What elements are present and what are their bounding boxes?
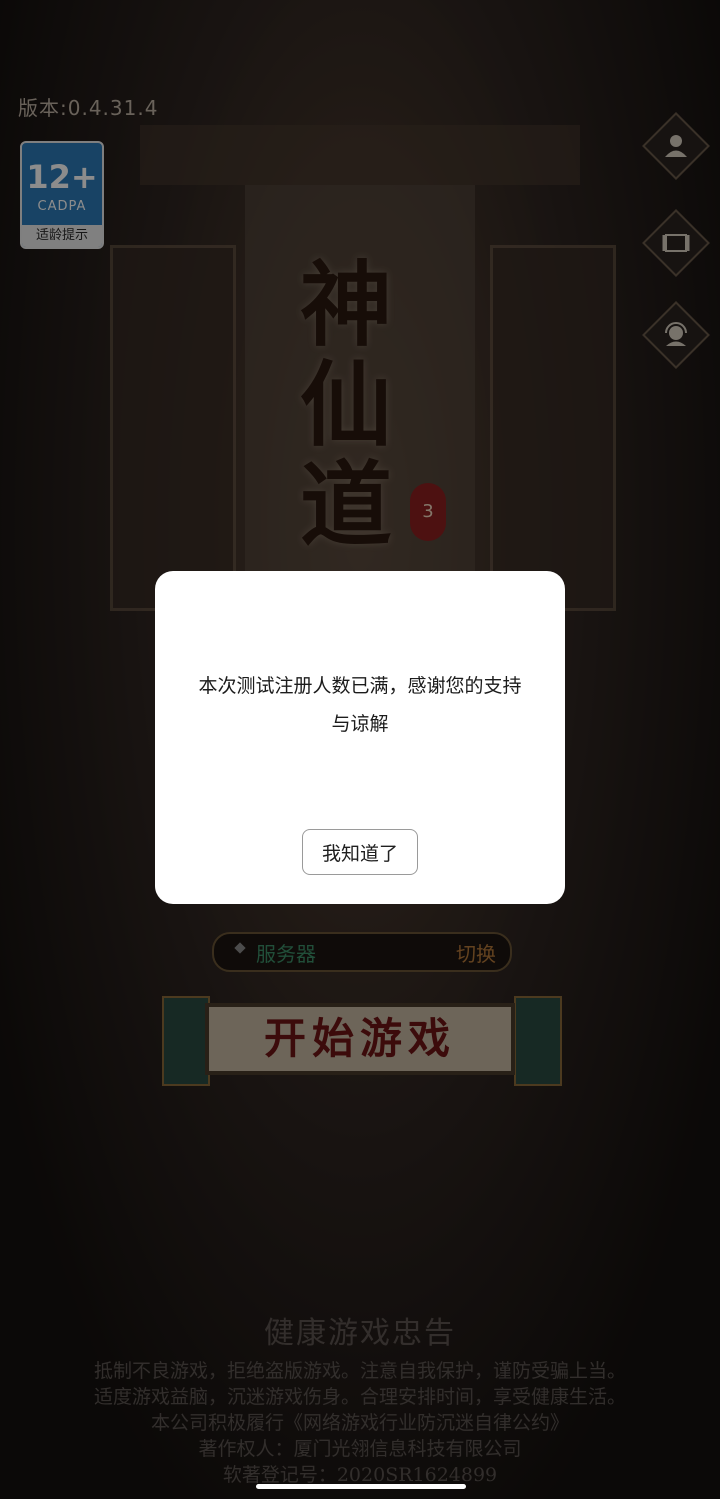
- dialog-confirm-button[interactable]: 我知道了: [302, 829, 418, 875]
- home-indicator[interactable]: [256, 1484, 466, 1489]
- registration-full-dialog: 本次测试注册人数已满，感谢您的支持 与谅解 我知道了: [155, 571, 565, 904]
- dialog-message: 本次测试注册人数已满，感谢您的支持 与谅解: [183, 667, 537, 743]
- dialog-message-line-2: 与谅解: [331, 713, 389, 735]
- dialog-message-line-1: 本次测试注册人数已满，感谢您的支持: [198, 675, 522, 697]
